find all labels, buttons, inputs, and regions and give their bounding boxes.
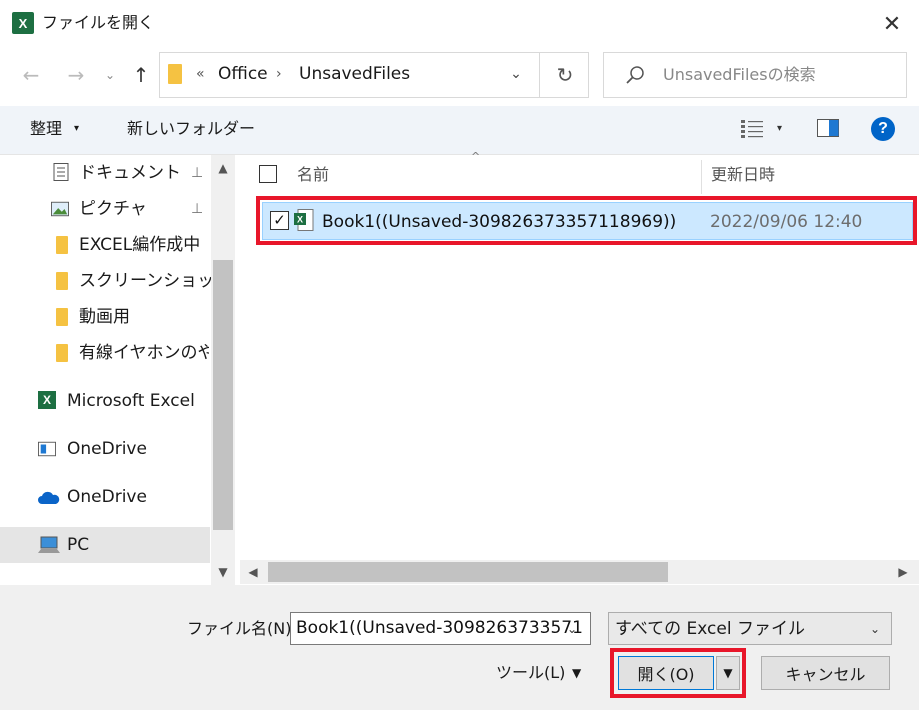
- organize-button[interactable]: 整理: [30, 118, 62, 140]
- breadcrumb-unsavedfiles[interactable]: UnsavedFiles: [299, 63, 410, 85]
- sort-indicator-icon: ^: [471, 150, 481, 163]
- sidebar-item-label: OneDrive: [67, 439, 147, 459]
- up-button[interactable]: ↑: [126, 60, 156, 90]
- preview-pane-icon[interactable]: [817, 119, 839, 137]
- sidebar-item-microsoft-excel[interactable]: X Microsoft Excel: [0, 383, 210, 419]
- back-button[interactable]: ←: [16, 60, 46, 90]
- excel-icon: X: [38, 391, 56, 409]
- sidebar-item-folder-screenshots[interactable]: スクリーンショット: [0, 263, 231, 299]
- excel-app-icon: X: [12, 12, 34, 34]
- navigation-pane: ドキュメント ⊥ ピクチャ ⊥ EXCEL編作成中 スクリーンショット 動画用 …: [0, 155, 236, 585]
- filename-label: ファイル名(N):: [187, 619, 297, 638]
- filetype-chevron-down-icon[interactable]: ⌄: [870, 618, 880, 640]
- close-button[interactable]: ✕: [872, 8, 912, 40]
- sidebar-scroll-thumb[interactable]: [213, 260, 233, 530]
- address-dropdown-chevron-down-icon[interactable]: ⌄: [505, 62, 527, 86]
- sidebar-item-label: 有線イヤホンのやつ: [79, 343, 209, 363]
- select-all-checkbox[interactable]: [259, 165, 277, 183]
- sidebar-item-folder-earphones[interactable]: 有線イヤホンのやつ: [0, 335, 210, 371]
- scroll-left-icon[interactable]: ◀: [243, 562, 263, 582]
- pin-icon: ⊥: [191, 165, 204, 181]
- forward-button[interactable]: →: [61, 60, 91, 90]
- breadcrumb-office[interactable]: Office: [218, 63, 268, 85]
- filename-field[interactable]: Book1((Unsaved-3098263733571: [290, 612, 591, 645]
- recent-locations-chevron-down-icon[interactable]: ⌄: [100, 60, 120, 90]
- view-mode-icon[interactable]: [741, 119, 763, 139]
- column-header-date[interactable]: 更新日時: [711, 164, 775, 186]
- breadcrumb-separator-icon[interactable]: ›: [276, 63, 282, 85]
- sidebar-scroll-up-icon[interactable]: ▲: [211, 158, 235, 178]
- new-folder-button[interactable]: 新しいフォルダー: [127, 118, 255, 140]
- sidebar-item-onedrive-2[interactable]: OneDrive: [0, 479, 210, 515]
- column-divider[interactable]: [701, 160, 702, 194]
- sidebar-item-label: 動画用: [79, 307, 130, 327]
- sidebar-item-pictures[interactable]: ピクチャ ⊥: [0, 191, 210, 227]
- sidebar-scroll-down-icon[interactable]: ▼: [211, 562, 235, 582]
- pictures-icon: [51, 201, 69, 217]
- address-divider: [539, 53, 540, 97]
- document-icon: [53, 163, 69, 181]
- tools-button[interactable]: ツール(L): [496, 662, 565, 684]
- sidebar-item-label: ピクチャ: [79, 199, 147, 219]
- sidebar-item-documents[interactable]: ドキュメント ⊥: [0, 155, 210, 191]
- window-title: ファイルを開く: [42, 13, 155, 32]
- cancel-button[interactable]: キャンセル: [761, 656, 890, 690]
- sidebar-item-folder-video[interactable]: 動画用: [0, 299, 210, 335]
- folder-icon: [168, 64, 182, 84]
- sidebar-item-label: スクリーンショット: [79, 271, 232, 291]
- search-icon: [626, 66, 644, 84]
- sidebar-item-label: EXCEL編作成中: [79, 235, 201, 255]
- help-icon[interactable]: ?: [871, 117, 895, 141]
- sidebar-item-label: PC: [67, 535, 90, 555]
- view-mode-caret-icon[interactable]: ▾: [777, 119, 782, 139]
- sidebar-item-onedrive-1[interactable]: OneDrive: [0, 431, 210, 467]
- sidebar-item-label: OneDrive: [67, 487, 147, 507]
- search-placeholder: UnsavedFilesの検索: [663, 65, 816, 84]
- filetype-selected-value: すべての Excel ファイル: [615, 619, 805, 639]
- highlight-box-open: [610, 648, 746, 698]
- cloud-icon: [38, 491, 60, 504]
- dialog-footer: [0, 585, 919, 710]
- folder-icon: [56, 344, 68, 362]
- horizontal-scroll-thumb[interactable]: [268, 562, 668, 582]
- column-header-name[interactable]: 名前: [297, 164, 329, 186]
- folder-icon: [56, 272, 68, 290]
- highlight-box-file: [256, 196, 917, 245]
- folder-icon: [56, 236, 68, 254]
- scroll-right-icon[interactable]: ▶: [893, 562, 913, 582]
- pin-icon: ⊥: [191, 201, 204, 217]
- pc-icon: [38, 536, 60, 553]
- sidebar-item-pc[interactable]: PC: [0, 527, 210, 563]
- refresh-button[interactable]: ↻: [550, 62, 580, 88]
- organize-caret-icon[interactable]: ▾: [74, 118, 79, 140]
- onedrive-icon: [38, 441, 56, 457]
- sidebar-item-label: Microsoft Excel: [67, 391, 195, 411]
- breadcrumb-overflow-icon[interactable]: «: [196, 64, 205, 84]
- sidebar-item-label: ドキュメント: [79, 163, 181, 183]
- folder-icon: [56, 308, 68, 326]
- filename-dropdown-chevron-down-icon[interactable]: ⌄: [567, 618, 577, 640]
- tools-caret-icon[interactable]: ▼: [572, 662, 581, 684]
- sidebar-item-folder-excel[interactable]: EXCEL編作成中: [0, 227, 210, 263]
